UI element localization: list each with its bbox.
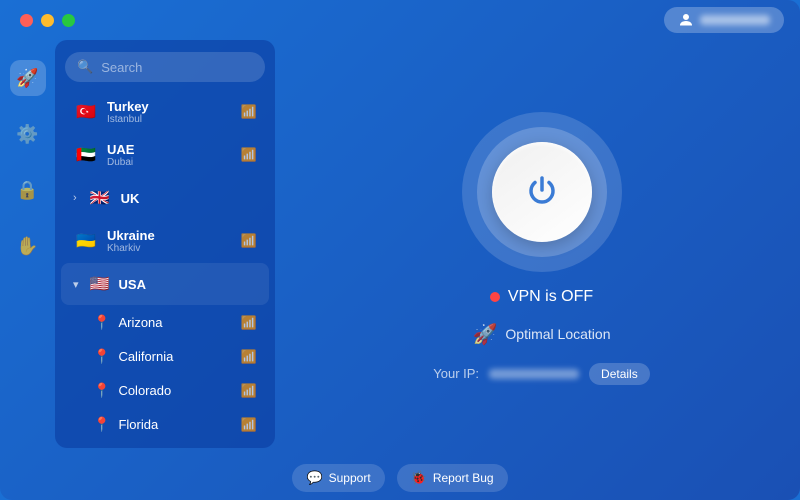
turkey-info: Turkey Istanbul	[107, 99, 233, 125]
arizona-signal-icon: 📶	[241, 315, 257, 331]
usa-name: USA	[119, 277, 146, 292]
search-bar: 🔍	[65, 52, 265, 82]
usa-flag: 🇺🇸	[87, 271, 113, 297]
server-item-turkey[interactable]: 🇹🇷 Turkey Istanbul 📶	[61, 91, 269, 133]
username-label	[700, 15, 770, 25]
support-label: Support	[329, 471, 371, 485]
ukraine-info: Ukraine Kharkiv	[107, 228, 233, 254]
uae-info: UAE Dubai	[107, 142, 233, 168]
rocket-icon: 🚀	[473, 322, 498, 347]
main-content: 🚀 ⚙️ 🔒 ✋ 🔍 🇹🇷 Tu	[0, 40, 800, 456]
uk-name: UK	[121, 191, 257, 206]
florida-signal-icon: 📶	[241, 417, 257, 433]
lock-nav-icon: 🔒	[16, 180, 38, 201]
ukraine-name: Ukraine	[107, 228, 233, 243]
server-subitem-georgia[interactable]: 📍 Georgia 📶	[61, 442, 269, 448]
status-dot-off	[490, 292, 500, 302]
power-button[interactable]	[492, 142, 592, 242]
vpn-status: VPN is OFF	[490, 288, 593, 306]
bottom-bar: 💬 Support 🐞 Report Bug	[0, 456, 800, 500]
report-bug-button[interactable]: 🐞 Report Bug	[397, 464, 508, 492]
sidebar-item-security[interactable]: 🔒	[10, 172, 46, 208]
arizona-pin-icon: 📍	[93, 314, 110, 331]
server-list: 🇹🇷 Turkey Istanbul 📶 🇦🇪 UAE Dubai 📶	[55, 90, 275, 448]
florida-name: Florida	[118, 417, 232, 432]
title-bar	[0, 0, 800, 40]
sidebar-icons: 🚀 ⚙️ 🔒 ✋	[0, 40, 55, 456]
server-item-ukraine[interactable]: 🇺🇦 Ukraine Kharkiv 📶	[61, 220, 269, 262]
app-window: 🚀 ⚙️ 🔒 ✋ 🔍 🇹🇷 Tu	[0, 0, 800, 500]
ukraine-signal-icon: 📶	[241, 233, 257, 249]
sidebar-item-settings[interactable]: ⚙️	[10, 116, 46, 152]
search-icon: 🔍	[77, 59, 93, 75]
arizona-name: Arizona	[118, 315, 232, 330]
server-item-uae[interactable]: 🇦🇪 UAE Dubai 📶	[61, 134, 269, 176]
ip-label: Your IP:	[433, 366, 479, 381]
settings-nav-icon: ⚙️	[16, 124, 38, 145]
turkey-city: Istanbul	[107, 114, 233, 125]
bug-icon: 🐞	[411, 470, 427, 486]
sidebar-item-servers[interactable]: 🚀	[10, 60, 46, 96]
hand-nav-icon: ✋	[16, 236, 38, 257]
uae-flag: 🇦🇪	[73, 142, 99, 168]
turkey-signal-icon: 📶	[241, 104, 257, 120]
colorado-pin-icon: 📍	[93, 382, 110, 399]
vpn-status-label: VPN is OFF	[508, 288, 593, 306]
support-button[interactable]: 💬 Support	[292, 464, 384, 492]
uk-info: UK	[121, 191, 257, 206]
optimal-location-label: Optimal Location	[505, 326, 610, 342]
sidebar-item-privacy[interactable]: ✋	[10, 228, 46, 264]
user-icon	[678, 12, 694, 28]
uk-flag: 🇬🇧	[87, 185, 113, 211]
colorado-signal-icon: 📶	[241, 383, 257, 399]
usa-expand-icon	[73, 278, 79, 291]
uae-signal-icon: 📶	[241, 147, 257, 163]
minimize-button[interactable]	[41, 14, 54, 27]
power-ring-outer	[462, 112, 622, 272]
california-signal-icon: 📶	[241, 349, 257, 365]
user-account-button[interactable]	[664, 7, 784, 33]
uae-name: UAE	[107, 142, 233, 157]
close-button[interactable]	[20, 14, 33, 27]
report-bug-label: Report Bug	[433, 471, 494, 485]
colorado-name: Colorado	[118, 383, 232, 398]
search-input[interactable]	[101, 60, 253, 75]
server-item-usa[interactable]: 🇺🇸 USA	[61, 263, 269, 305]
power-icon	[522, 172, 562, 212]
ip-value	[489, 369, 579, 379]
power-ring-middle	[477, 127, 607, 257]
ukraine-city: Kharkiv	[107, 243, 233, 254]
server-subitem-arizona[interactable]: 📍 Arizona 📶	[61, 306, 269, 339]
ip-row: Your IP: Details	[433, 363, 649, 385]
florida-pin-icon: 📍	[93, 416, 110, 433]
turkey-flag: 🇹🇷	[73, 99, 99, 125]
turkey-name: Turkey	[107, 99, 233, 114]
server-panel: 🔍 🇹🇷 Turkey Istanbul 📶 🇦🇪	[55, 40, 275, 448]
server-subitem-colorado[interactable]: 📍 Colorado 📶	[61, 374, 269, 407]
traffic-lights	[20, 14, 75, 27]
server-subitem-california[interactable]: 📍 California 📶	[61, 340, 269, 373]
maximize-button[interactable]	[62, 14, 75, 27]
servers-nav-icon: 🚀	[16, 68, 38, 89]
optimal-location[interactable]: 🚀 Optimal Location	[473, 322, 611, 347]
server-item-uk[interactable]: 🇬🇧 UK	[61, 177, 269, 219]
details-button[interactable]: Details	[589, 363, 650, 385]
california-name: California	[118, 349, 232, 364]
right-panel: VPN is OFF 🚀 Optimal Location Your IP: D…	[283, 40, 800, 456]
support-icon: 💬	[306, 470, 322, 486]
server-subitem-florida[interactable]: 📍 Florida 📶	[61, 408, 269, 441]
california-pin-icon: 📍	[93, 348, 110, 365]
uae-city: Dubai	[107, 157, 233, 168]
ukraine-flag: 🇺🇦	[73, 228, 99, 254]
uk-expand-icon	[73, 192, 77, 204]
